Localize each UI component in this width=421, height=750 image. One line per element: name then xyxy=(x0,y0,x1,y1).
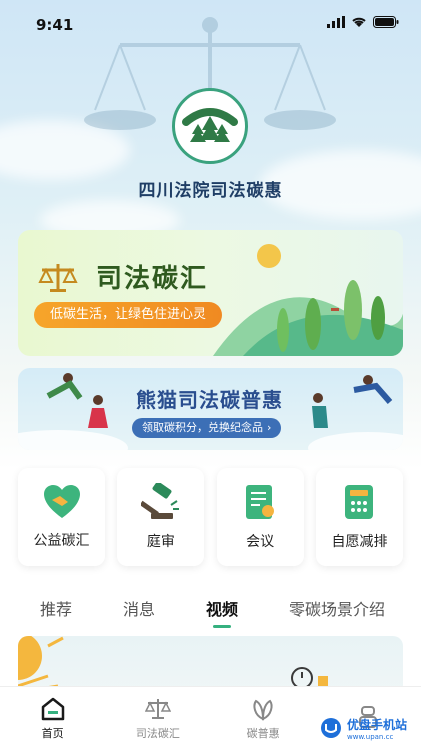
grid-label: 庭审 xyxy=(146,534,175,550)
grid-item-public-carbon[interactable]: 公益碳汇 xyxy=(18,468,105,566)
site-watermark: 优盘手机站 www.upan.cc xyxy=(319,712,415,744)
panda-carbon-title: 熊猫司法碳普惠 xyxy=(136,388,283,412)
tab-zero-carbon[interactable]: 零碳场景介绍 xyxy=(289,596,385,620)
carbon-sink-slogan: 低碳生活，让绿色住进心灵 xyxy=(34,302,223,328)
grid-label: 公益碳汇 xyxy=(33,533,90,549)
redeem-points-button[interactable]: 领取碳积分，兑换纪念品 › xyxy=(132,418,282,438)
grid-item-voluntary-reduction[interactable]: 自愿减排 xyxy=(315,468,403,566)
calculator-icon xyxy=(345,485,374,519)
grid-item-court-hearing[interactable]: 庭审 xyxy=(117,468,205,566)
quick-actions-grid: 公益碳汇 庭审 会议 自愿减排 xyxy=(18,468,403,566)
signal-icon xyxy=(327,16,345,28)
watermark-logo-icon xyxy=(321,718,341,738)
grid-item-meeting[interactable]: 会议 xyxy=(216,468,304,566)
scale-icon xyxy=(38,264,78,292)
grid-label: 自愿减排 xyxy=(331,534,388,550)
leaf-icon xyxy=(253,699,273,721)
tree-logo-icon xyxy=(182,108,238,142)
document-icon xyxy=(246,485,275,519)
carbon-sink-title: 司法碳汇 xyxy=(96,264,209,294)
redeem-points-label: 领取碳积分，兑换纪念品 xyxy=(142,421,263,434)
wifi-icon xyxy=(352,17,366,27)
status-icons xyxy=(327,16,399,28)
gavel-icon xyxy=(140,483,179,519)
battery-icon xyxy=(373,16,399,28)
tab-messages[interactable]: 消息 xyxy=(123,596,155,620)
status-time: 9:41 xyxy=(36,16,74,34)
watermark-url: www.upan.cc xyxy=(347,732,394,741)
status-bar: 9:41 xyxy=(0,0,421,46)
grid-label: 会议 xyxy=(246,534,275,550)
nav-label: 司法碳汇 xyxy=(135,726,180,740)
page-title: 四川法院司法碳惠 xyxy=(138,181,283,201)
content-tabs: 推荐 消息 视频 零碳场景介绍 xyxy=(18,590,403,626)
court-logo xyxy=(172,88,248,164)
nav-label: 首页 xyxy=(41,726,64,740)
nav-carbon-sink[interactable]: 司法碳汇 xyxy=(118,697,198,741)
nav-label: 碳普惠 xyxy=(246,726,280,740)
landscape-illustration xyxy=(213,244,403,356)
home-icon xyxy=(41,697,64,720)
scale-icon xyxy=(144,698,171,719)
tab-recommend[interactable]: 推荐 xyxy=(40,596,72,620)
tab-video[interactable]: 视频 xyxy=(206,596,238,620)
nav-home[interactable]: 首页 xyxy=(13,697,93,741)
chevron-right-icon: › xyxy=(267,421,272,434)
carbon-sink-banner[interactable]: 司法碳汇 低碳生活，让绿色住进心灵 xyxy=(18,230,403,356)
watermark-text: 优盘手机站 xyxy=(347,717,408,732)
nav-carbon-inclusive[interactable]: 碳普惠 xyxy=(223,697,303,741)
handshake-icon xyxy=(43,485,80,518)
panda-carbon-banner[interactable]: 熊猫司法碳普惠 领取碳积分，兑换纪念品 › xyxy=(18,368,403,450)
